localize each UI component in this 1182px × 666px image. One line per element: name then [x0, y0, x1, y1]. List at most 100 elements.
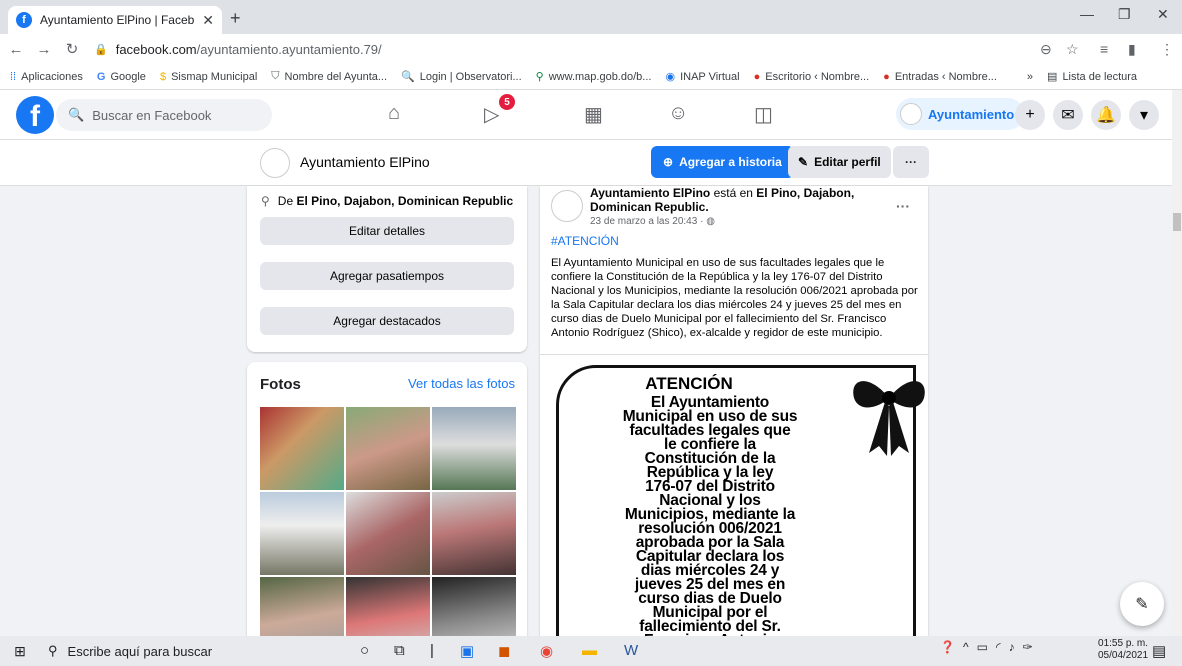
- notice-frame: ATENCIÓN El Ayuntamiento Municipal en uso…: [556, 365, 925, 638]
- messenger-icon[interactable]: ✉: [1053, 100, 1083, 130]
- photo-thumbnail[interactable]: [346, 407, 430, 490]
- photo-thumbnail[interactable]: [260, 407, 344, 490]
- create-plus-icon[interactable]: +: [1015, 100, 1045, 130]
- reading-list-icon[interactable]: ≡: [1100, 41, 1108, 57]
- add-story-button[interactable]: ⊕ Agregar a historia: [651, 146, 794, 178]
- bookmark-aplicaciones[interactable]: ⁞⁞ Aplicaciones: [10, 71, 83, 83]
- facebook-favicon-icon: f: [16, 12, 32, 28]
- add-featured-button[interactable]: Agregar destacados: [260, 307, 514, 335]
- task-view-icon[interactable]: ⧉: [394, 642, 405, 659]
- account-dropdown-icon[interactable]: ▾: [1129, 100, 1159, 130]
- bookmark-sismap[interactable]: $ Sismap Municipal: [160, 71, 257, 83]
- minimize-icon[interactable]: —: [1080, 6, 1094, 22]
- photos-card: Fotos Ver todas las fotos: [247, 362, 527, 660]
- chevron-up-icon[interactable]: ^: [963, 640, 969, 654]
- hashtag-link[interactable]: #ATENCIÓN: [551, 234, 619, 248]
- omnibox[interactable]: 🔒 facebook.com/ayuntamiento.ayuntamiento…: [94, 42, 382, 57]
- post-options-icon[interactable]: ···: [896, 198, 910, 214]
- menu-kebab-icon[interactable]: ⋮: [1160, 41, 1174, 58]
- office-app-icon[interactable]: ◼: [498, 642, 510, 660]
- close-tab-icon[interactable]: ✕: [202, 12, 214, 29]
- apps-grid-icon: ⁞⁞: [10, 70, 17, 83]
- gaming-icon[interactable]: ◫: [754, 102, 773, 127]
- photo-thumbnail[interactable]: [260, 492, 344, 575]
- file-explorer-icon[interactable]: ▬: [582, 642, 597, 659]
- photo-thumbnail[interactable]: [432, 492, 516, 575]
- back-icon[interactable]: ←: [4, 41, 28, 58]
- address-bar-row: ← → ↻ 🔒 facebook.com/ayuntamiento.ayunta…: [0, 34, 1182, 64]
- edit-details-button[interactable]: Editar detalles: [260, 217, 514, 245]
- profile-name[interactable]: Ayuntamiento ElPino: [300, 154, 430, 170]
- photo-thumbnail[interactable]: [432, 407, 516, 490]
- notification-center-icon[interactable]: ▤: [1152, 642, 1166, 660]
- location-link[interactable]: El Pino, Dajabon, Dominican Republic: [296, 194, 513, 208]
- reload-icon[interactable]: ↻: [60, 40, 84, 58]
- battery-icon[interactable]: ▭: [977, 640, 988, 654]
- home-icon[interactable]: ⌂: [388, 102, 400, 125]
- profile-sticky-bar: Ayuntamiento ElPino ⊕ Agregar a historia …: [0, 140, 1172, 186]
- bookmark-escritorio[interactable]: ● Escritorio ‹ Nombre...: [754, 71, 870, 83]
- taskbar-clock[interactable]: 01:55 p. m. 05/04/2021: [1098, 638, 1148, 662]
- photo-thumbnail[interactable]: [346, 492, 430, 575]
- taskbar-divider-icon: |: [430, 642, 434, 659]
- search-placeholder: Buscar en Facebook: [92, 107, 212, 123]
- reading-list-button[interactable]: ▤ Lista de lectura: [1047, 70, 1137, 84]
- taskbar-search-input[interactable]: ⚲ Escribe aquí para buscar: [40, 636, 350, 666]
- watch-icon[interactable]: ▷: [484, 102, 499, 127]
- page-scrollbar[interactable]: [1172, 90, 1182, 636]
- scrollbar-thumb[interactable]: [1173, 213, 1181, 231]
- avatar[interactable]: [260, 148, 290, 178]
- bookmark-google[interactable]: G Google: [97, 71, 146, 83]
- facebook-search-input[interactable]: 🔍 Buscar en Facebook: [56, 99, 272, 131]
- post-header: Ayuntamiento ElPino está en El Pino, Daj…: [590, 186, 855, 214]
- calculator-app-icon[interactable]: ▣: [460, 642, 474, 660]
- cortana-icon[interactable]: ○: [360, 642, 369, 659]
- bookmark-inap[interactable]: ◉ INAP Virtual: [665, 70, 739, 84]
- edit-profile-button[interactable]: ✎ Editar perfil: [788, 146, 891, 178]
- close-window-icon[interactable]: ✕: [1157, 6, 1169, 23]
- bookmark-map-gob[interactable]: ⚲ www.map.gob.do/b...: [536, 70, 652, 84]
- post-timestamp[interactable]: 23 de marzo a las 20:43 · ◍: [590, 216, 715, 227]
- marketplace-icon[interactable]: ▦: [584, 102, 603, 127]
- wifi-icon[interactable]: ◜: [996, 640, 1001, 654]
- notice-title: ATENCIÓN: [645, 374, 733, 393]
- avatar[interactable]: [551, 190, 583, 222]
- facebook-logo-icon[interactable]: f: [16, 96, 54, 134]
- notice-body: El Ayuntamiento Municipal en uso de sus fa…: [585, 395, 835, 638]
- browser-tab[interactable]: f Ayuntamiento ElPino | Facebook ✕: [8, 6, 222, 34]
- profile-avatar-icon[interactable]: ▮: [1128, 41, 1136, 58]
- user-profile-button[interactable]: Ayuntamiento: [896, 98, 1025, 130]
- zoom-icon[interactable]: ⊖: [1040, 41, 1052, 58]
- location-row: ⚲ De El Pino, Dajabon, Dominican Republi…: [261, 194, 514, 208]
- restore-icon[interactable]: ❐: [1118, 6, 1131, 23]
- new-tab-icon[interactable]: +: [230, 8, 241, 29]
- bookmark-entradas[interactable]: ● Entradas ‹ Nombre...: [883, 71, 997, 83]
- add-hobbies-button[interactable]: Agregar pasatiempos: [260, 262, 514, 290]
- mourning-ribbon-icon: [853, 381, 925, 456]
- notifications-bell-icon[interactable]: 🔔: [1091, 100, 1121, 130]
- see-all-photos-link[interactable]: Ver todas las fotos: [408, 376, 515, 391]
- post-author[interactable]: Ayuntamiento ElPino: [590, 186, 710, 200]
- pencil-icon: ✎: [798, 155, 809, 169]
- more-options-button[interactable]: ···: [893, 146, 929, 178]
- help-icon[interactable]: ❓: [940, 640, 955, 654]
- groups-icon[interactable]: ☺: [668, 102, 688, 125]
- post-card: Ayuntamiento ElPino está en El Pino, Daj…: [540, 186, 928, 638]
- post-image[interactable]: ATENCIÓN El Ayuntamiento Municipal en uso…: [540, 354, 928, 638]
- google-icon: G: [96, 70, 106, 83]
- windows-start-icon[interactable]: ⊞: [0, 643, 40, 660]
- search-icon: 🔍: [68, 107, 85, 122]
- intro-card: ⚲ De El Pino, Dajabon, Dominican Republi…: [247, 186, 527, 352]
- star-icon[interactable]: ☆: [1066, 41, 1079, 58]
- forward-icon[interactable]: →: [32, 41, 56, 58]
- bookmarks-overflow[interactable]: »: [1027, 71, 1033, 83]
- volume-icon[interactable]: ♪: [1009, 640, 1015, 654]
- inap-icon: ◉: [665, 71, 676, 83]
- bookmark-nombre-ayuntamiento[interactable]: ⛉ Nombre del Ayunta...: [271, 70, 387, 83]
- avatar: [900, 103, 922, 125]
- new-message-compose-icon[interactable]: ✎: [1120, 582, 1164, 626]
- chrome-app-icon[interactable]: ◉: [540, 642, 553, 660]
- pen-icon[interactable]: ✑: [1023, 640, 1033, 654]
- bookmark-login-observatorio[interactable]: 🔍 Login | Observatori...: [401, 70, 522, 84]
- word-app-icon[interactable]: W: [624, 642, 638, 659]
